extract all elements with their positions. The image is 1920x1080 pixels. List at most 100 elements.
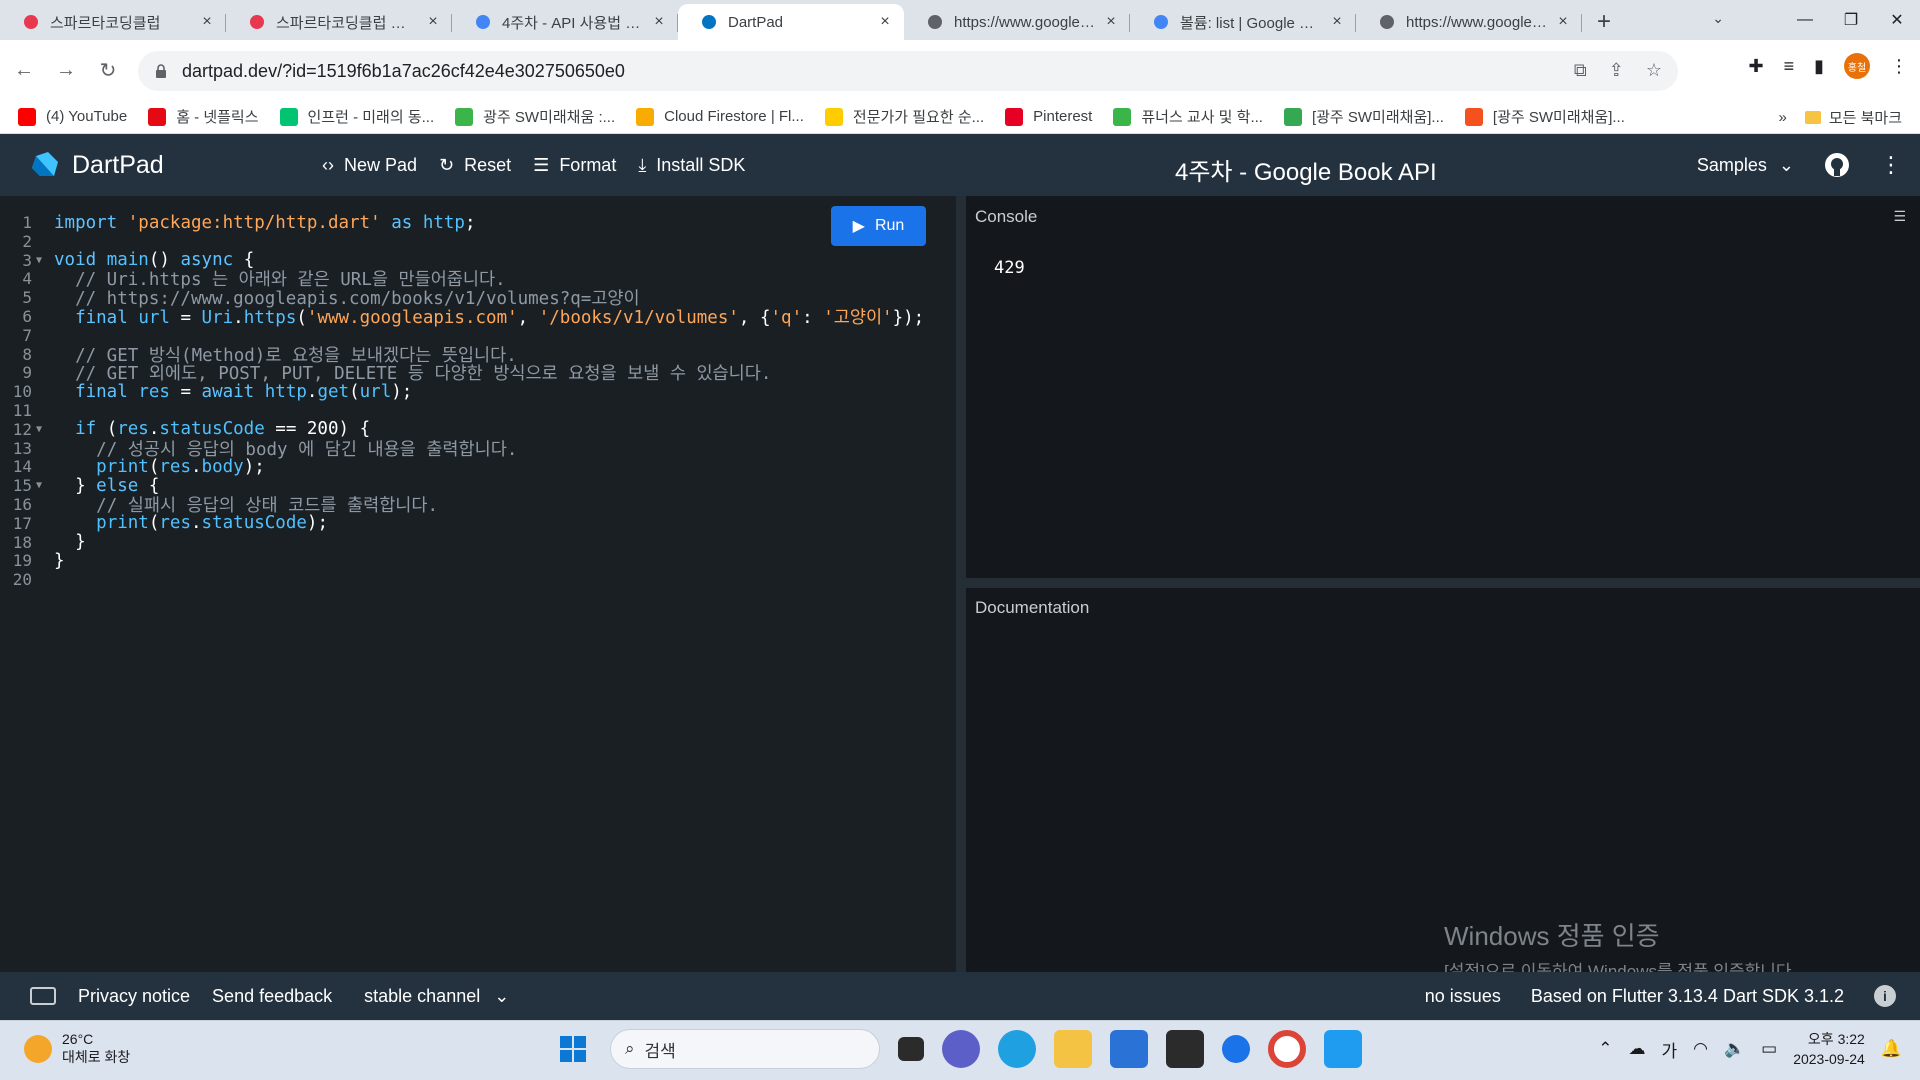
code-editor[interactable]: 1 import 'package:http/http.dart' as http… [0,196,956,972]
keyboard-icon[interactable] [30,987,56,1005]
address-bar[interactable]: dartpad.dev/?id=1519f6b1a7ac26cf42e4e302… [138,51,1678,91]
github-icon[interactable] [1824,152,1850,178]
tab-4[interactable]: https://www.googleapis.com × [904,4,1130,40]
minimize-button[interactable]: — [1782,0,1828,40]
code-line[interactable]: 6 final url = Uri.https('www.googleapis.… [0,305,924,328]
vscode-icon[interactable] [1324,1030,1362,1068]
bookmark-item[interactable]: [광주 SW미래채움]... [1283,106,1444,127]
profile-avatar[interactable]: 홍철 [1844,53,1870,79]
tab-2[interactable]: 4주차 - API 사용법 (Google Book API) × [452,4,678,40]
teams-chat-icon[interactable] [942,1030,980,1068]
format-button[interactable]: ☰ Format [533,155,616,176]
onedrive-icon[interactable]: ☁ [1628,1039,1645,1059]
file-explorer-icon[interactable] [1054,1030,1092,1068]
tab-close-icon[interactable]: × [1102,13,1120,31]
bookmark-item[interactable]: 광주 SW미래채움 :... [455,106,615,127]
code-line[interactable]: 10 final res = await http.get(url); [0,380,413,403]
taskbar-search[interactable]: ⌕ 검색 [610,1029,880,1069]
ime-indicator[interactable]: 가 [1661,1037,1677,1062]
bookmark-label: 전문가가 필요한 순... [852,109,985,126]
code-line[interactable]: 1 import 'package:http/http.dart' as http… [0,211,475,234]
info-icon[interactable]: i [1874,985,1896,1007]
tab-5[interactable]: 볼륨: list | Google Books APIs × [1130,4,1356,40]
task-view-icon[interactable] [898,1037,924,1061]
bookmark-favicon-icon [824,107,843,126]
wifi-icon[interactable]: ◠ [1693,1039,1708,1059]
clear-console-icon[interactable]: ☰ [1893,208,1906,225]
new-tab-button[interactable]: + [1586,4,1622,40]
fold-toggle-icon[interactable]: ▼ [34,424,44,435]
tab-close-icon[interactable]: × [876,13,894,31]
bookmark-label: 인프런 - 미래의 동... [307,109,435,126]
tab-search-icon[interactable]: ⌄ [1712,10,1724,27]
bookmark-item[interactable]: 홈 - 넷플릭스 [148,106,259,127]
channel-dropdown[interactable]: stable channel ⌄ [364,986,509,1007]
volume-icon[interactable]: 🔈 [1724,1039,1745,1059]
code-line[interactable]: 20 [0,568,54,591]
lock-icon[interactable] [152,62,170,80]
weather-widget[interactable]: 26°C 대체로 화창 [24,1031,130,1067]
tab-3[interactable]: DartPad × [678,4,904,40]
bookmark-item[interactable]: Pinterest [1005,107,1093,126]
tab-0[interactable]: 스파르타코딩클럽 × [0,4,226,40]
dartpad-logo[interactable]: DartPad [30,150,164,180]
tab-1[interactable]: 스파르타코딩클럽 커뮤니티 × [226,4,452,40]
tab-6[interactable]: https://www.googleapis.com × [1356,4,1582,40]
samples-dropdown[interactable]: Samples ⌄ [1697,155,1794,176]
reset-button[interactable]: ↻ Reset [439,155,511,176]
edge-icon[interactable] [998,1030,1036,1068]
windows-start-icon[interactable] [554,1030,592,1068]
notification-icon[interactable]: 🔔 [1881,1039,1902,1059]
translate-icon[interactable]: ⧉ [1574,60,1587,81]
side-panel-icon[interactable]: ▮ [1814,56,1824,77]
tab-close-icon[interactable]: × [1328,13,1346,31]
send-feedback-link[interactable]: Send feedback [212,986,332,1007]
new-pad-button[interactable]: ‹› New Pad [322,155,417,176]
bookmark-item[interactable]: 전문가가 필요한 순... [824,106,985,127]
extensions-icon[interactable]: ✚ [1748,56,1763,77]
all-bookmarks-button[interactable]: 모든 북마크 [1804,107,1902,128]
tray-overflow-icon[interactable]: ⌃ [1598,1039,1612,1059]
fold-toggle-icon[interactable]: ▼ [34,255,44,266]
heart-icon [22,13,40,31]
back-button[interactable]: ← [6,52,42,88]
clock-date: 2023-09-24 [1793,1051,1865,1067]
fold-toggle-icon[interactable]: ▼ [34,480,44,491]
reading-list-icon[interactable]: ≡ [1784,56,1795,77]
bookmark-label: Pinterest [1033,108,1093,125]
vertical-splitter[interactable] [956,196,966,972]
reload-button[interactable]: ↻ [90,52,126,88]
bookmark-star-icon[interactable]: ☆ [1646,60,1662,81]
bookmark-item[interactable]: [광주 SW미래채움]... [1464,106,1625,127]
issues-status[interactable]: no issues [1425,986,1501,1007]
maps-icon[interactable] [1222,1035,1250,1063]
more-menu-icon[interactable]: ⋮ [1880,152,1902,178]
privacy-notice-link[interactable]: Privacy notice [78,986,190,1007]
close-window-button[interactable]: ✕ [1874,0,1920,40]
tab-close-icon[interactable]: × [198,13,216,31]
calendar-app-icon[interactable] [1110,1030,1148,1068]
bookmark-item[interactable]: 인프런 - 미래의 동... [279,106,435,127]
bookmark-item[interactable]: 퓨너스 교사 및 학... [1113,106,1263,127]
clock[interactable]: 오후 3:22 2023-09-24 [1793,1029,1865,1069]
chrome-taskbar-icon[interactable] [1268,1030,1306,1068]
battery-icon[interactable]: ▭ [1761,1039,1777,1059]
tab-close-icon[interactable]: × [650,13,668,31]
bookmarks-overflow-button[interactable]: » [1778,109,1786,126]
restore-button[interactable]: ❐ [1828,0,1874,40]
bookmarks-right: » 모든 북마크 [1778,100,1902,134]
horizontal-splitter[interactable] [966,578,1920,588]
bookmark-item[interactable]: Cloud Firestore | Fl... [636,107,804,126]
sticky-notes-icon[interactable] [1166,1030,1204,1068]
share-icon[interactable]: ⇪ [1609,60,1624,81]
chrome-menu-icon[interactable]: ⋮ [1890,56,1908,77]
install-sdk-button[interactable]: ⤓ Install SDK [638,155,745,176]
run-button[interactable]: ▶ Run [831,206,926,246]
forward-button[interactable]: → [48,52,84,88]
url-text[interactable]: dartpad.dev/?id=1519f6b1a7ac26cf42e4e302… [182,61,625,82]
documentation-label: Documentation [975,598,1090,617]
tab-close-icon[interactable]: × [1554,13,1572,31]
bookmark-item[interactable]: (4) YouTube [18,107,127,126]
tab-close-icon[interactable]: × [424,13,442,31]
weather-sun-icon [24,1035,52,1063]
